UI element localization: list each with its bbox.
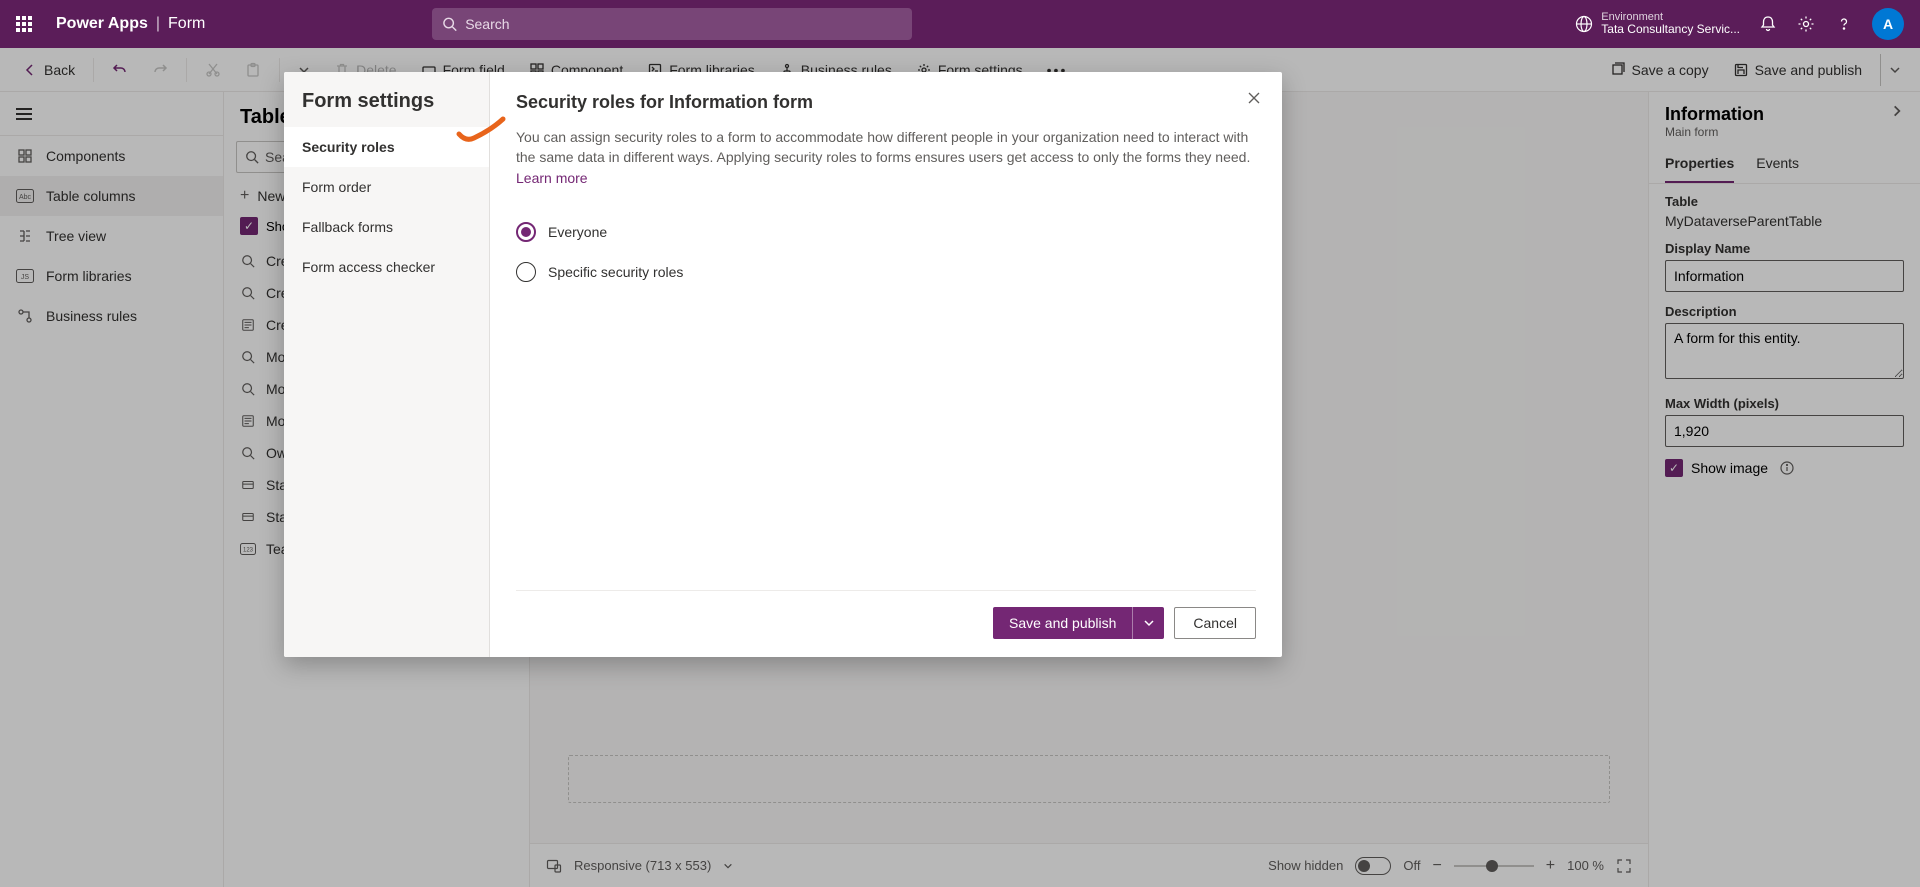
- header-right: Environment Tata Consultancy Servic... A: [1575, 8, 1920, 40]
- radio-checked-icon: [516, 222, 536, 242]
- modal-footer: Save and publish Cancel: [516, 590, 1256, 639]
- environment-picker[interactable]: Environment Tata Consultancy Servic...: [1575, 11, 1740, 37]
- modal-nav-form-access-checker[interactable]: Form access checker: [284, 247, 489, 287]
- modal-nav-security-roles[interactable]: Security roles: [284, 127, 489, 167]
- search-input[interactable]: [465, 16, 902, 32]
- modal-save-publish-chevron[interactable]: [1132, 607, 1164, 639]
- notifications-button[interactable]: [1758, 14, 1778, 34]
- search-box[interactable]: [432, 8, 912, 40]
- modal-desc-text: You can assign security roles to a form …: [516, 129, 1250, 165]
- radio-everyone-label: Everyone: [548, 224, 607, 240]
- help-button[interactable]: [1834, 14, 1854, 34]
- settings-button[interactable]: [1796, 14, 1816, 34]
- breadcrumb-separator: |: [156, 15, 160, 33]
- modal-nav: Form settings Security rolesForm orderFa…: [284, 72, 490, 657]
- modal-close-button[interactable]: [1246, 90, 1262, 106]
- radio-unchecked-icon: [516, 262, 536, 282]
- modal-nav-fallback-forms[interactable]: Fallback forms: [284, 207, 489, 247]
- modal-save-publish-button[interactable]: Save and publish: [993, 607, 1132, 639]
- globe-icon: [1575, 15, 1593, 33]
- chevron-down-icon: [1143, 617, 1155, 629]
- app-launcher-button[interactable]: [0, 0, 48, 48]
- form-settings-modal: Form settings Security rolesForm orderFa…: [284, 72, 1282, 657]
- modal-title: Form settings: [284, 72, 489, 127]
- help-icon: [1835, 15, 1853, 33]
- radio-everyone[interactable]: Everyone: [516, 222, 1256, 242]
- modal-description: You can assign security roles to a form …: [516, 127, 1256, 188]
- modal-content: Security roles for Information form You …: [490, 72, 1282, 657]
- close-icon: [1246, 90, 1262, 106]
- page-name: Form: [168, 15, 205, 33]
- waffle-icon: [16, 16, 32, 32]
- app-header: Power Apps | Form Environment Tata Consu…: [0, 0, 1920, 48]
- bell-icon: [1759, 15, 1777, 33]
- radio-specific-label: Specific security roles: [548, 264, 683, 280]
- learn-more-link[interactable]: Learn more: [516, 170, 588, 186]
- modal-cancel-button[interactable]: Cancel: [1174, 607, 1256, 639]
- search-icon: [442, 16, 457, 32]
- modal-nav-form-order[interactable]: Form order: [284, 167, 489, 207]
- environment-label: Environment: [1601, 11, 1740, 24]
- modal-heading: Security roles for Information form: [516, 92, 1256, 113]
- radio-specific[interactable]: Specific security roles: [516, 262, 1256, 282]
- global-search: [432, 8, 912, 40]
- user-avatar[interactable]: A: [1872, 8, 1904, 40]
- gear-icon: [1797, 15, 1815, 33]
- brand-name[interactable]: Power Apps: [56, 15, 148, 33]
- environment-text: Environment Tata Consultancy Servic...: [1601, 11, 1740, 37]
- environment-name: Tata Consultancy Servic...: [1601, 23, 1740, 37]
- breadcrumb: Power Apps | Form: [48, 15, 205, 33]
